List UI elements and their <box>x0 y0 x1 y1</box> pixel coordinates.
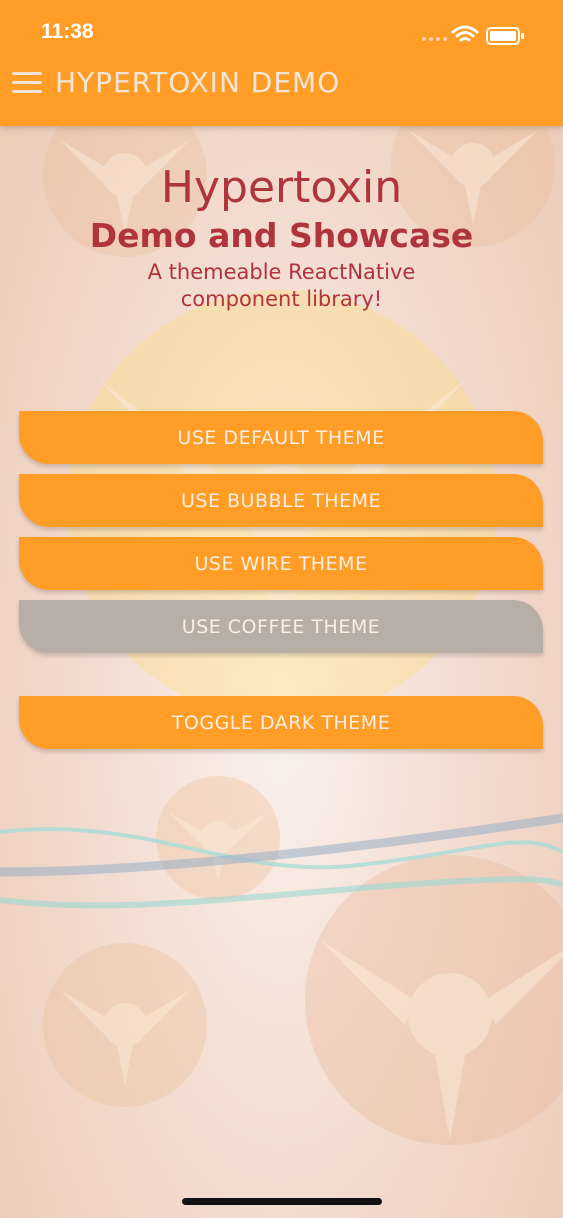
use-bubble-theme-button[interactable]: USE BUBBLE THEME <box>19 474 543 527</box>
home-indicator[interactable] <box>182 1198 382 1205</box>
app-title: HYPERTOXIN DEMO <box>55 66 341 99</box>
use-wire-theme-button[interactable]: USE WIRE THEME <box>19 537 543 590</box>
menu-icon[interactable] <box>12 72 42 98</box>
hero-subtitle: Demo and Showcase <box>89 216 474 255</box>
signal-icon <box>422 37 447 41</box>
use-coffee-theme-button[interactable]: USE COFFEE THEME <box>19 600 543 653</box>
status-time: 11:38 <box>41 20 94 43</box>
status-icons <box>421 24 541 50</box>
toggle-dark-theme-button[interactable]: TOGGLE DARK THEME <box>19 696 543 749</box>
wifi-icon <box>451 25 479 42</box>
use-default-theme-button[interactable]: USE DEFAULT THEME <box>19 411 543 464</box>
battery-icon <box>486 27 524 45</box>
hero: Hypertoxin Demo and Showcase A themeable… <box>0 160 563 313</box>
hero-tagline-line2: component library! <box>180 287 383 311</box>
hero-title: Hypertoxin <box>160 162 403 213</box>
app-header: 11:38 HYPERTOXIN DEMO <box>0 0 563 126</box>
hero-tagline: A themeable ReactNative component librar… <box>0 259 563 313</box>
hero-tagline-line1: A themeable ReactNative <box>147 260 416 284</box>
